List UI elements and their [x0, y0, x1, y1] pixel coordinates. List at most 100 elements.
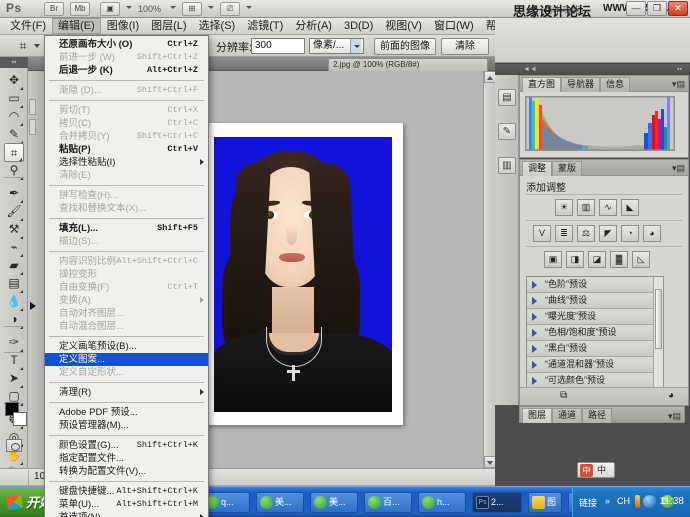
taskbar-button-1[interactable]: q... [202, 492, 250, 513]
edit-menu-item-0[interactable]: 还原画布大小 (O)Ctrl+Z [45, 38, 208, 51]
right-rail-grip[interactable]: ◄◄ ▪▪ [495, 64, 690, 75]
bridge-button[interactable]: Br [44, 2, 64, 16]
exposure-icon[interactable]: ◣ [621, 199, 639, 216]
crop-tool-icon[interactable]: ⌗ [14, 38, 32, 54]
front-image-button[interactable]: 前面的图像 [374, 38, 436, 55]
zoom-chevron-down-icon[interactable] [170, 6, 176, 9]
levels-icon[interactable]: ▥ [577, 199, 595, 216]
black-white-icon[interactable]: ◤ [599, 225, 617, 242]
menu-item-5[interactable]: 滤镜(T) [241, 18, 289, 34]
gradient-tool-icon[interactable]: ▤ [4, 274, 24, 293]
arrange-chevron-down-icon[interactable] [208, 6, 214, 9]
histogram-tab-1[interactable]: 导航器 [561, 77, 600, 92]
screen-mode-chevron-down-icon[interactable] [246, 6, 252, 9]
tray-links-label[interactable]: 链接 [579, 496, 597, 509]
taskbar-clock[interactable]: 11:38 [660, 496, 684, 507]
close-button[interactable]: ✕ [668, 1, 688, 16]
taskbar-button-6[interactable]: Ps2... [472, 492, 522, 513]
healing-brush-tool-icon[interactable]: ✒ [4, 184, 24, 203]
hue-saturation-icon[interactable]: ≣ [555, 225, 573, 242]
edit-menu-item-2[interactable]: 后退一步 (K)Alt+Ctrl+Z [45, 64, 208, 77]
grip-collapse-icon[interactable]: ◄◄ [523, 66, 537, 73]
preset-expand-arrow-icon[interactable] [532, 345, 537, 353]
pen-tool-icon[interactable]: ✑ [4, 333, 24, 352]
adjustment-presets-list[interactable]: “色阶”预设“曲线”预设“曝光度”预设“色相/饱和度”预设“黑白”预设“通道混和… [526, 276, 664, 392]
lower-panel-tab-2[interactable]: 路径 [582, 408, 612, 423]
vertical-scrollbar[interactable] [483, 71, 495, 468]
minimize-button[interactable]: — [626, 1, 646, 16]
gradient-map-icon[interactable]: ▓ [610, 251, 628, 268]
move-tool-icon[interactable]: ✥ [4, 71, 24, 90]
taskbar-button-7[interactable]: 图 [528, 492, 562, 513]
mini-bridge-button[interactable]: Mb [70, 2, 90, 16]
brush-tool-icon[interactable]: 🖌 [4, 202, 24, 221]
vibrance-icon[interactable]: V [533, 225, 551, 242]
maximize-button[interactable]: ❐ [647, 1, 667, 16]
clip-to-layer-icon[interactable]: ⧉ [560, 390, 567, 401]
taskbar-button-2[interactable]: 美... [256, 492, 304, 513]
presets-scrollbar[interactable] [653, 277, 663, 392]
lasso-tool-icon[interactable]: ◠ [4, 107, 24, 126]
preset-row-0[interactable]: “色阶”预设 [527, 277, 663, 293]
history-brush-tool-icon[interactable]: ⌁ [4, 238, 24, 257]
edit-menu-item-23[interactable]: 清理(R) [45, 386, 208, 399]
taskbar-button-3[interactable]: 美... [310, 492, 358, 513]
menu-item-3[interactable]: 图层(L) [145, 18, 192, 34]
taskbar-button-4[interactable]: 百... [364, 492, 412, 513]
taskbar-button-5[interactable]: h... [418, 492, 466, 513]
lower-panel-tab-0[interactable]: 图层 [522, 408, 552, 423]
edit-menu-item-20[interactable]: 定义画笔预设(B)... [45, 340, 208, 353]
quick-mask-toggle-icon[interactable] [6, 439, 22, 452]
screen-mode-button[interactable]: ⎚ [220, 2, 240, 16]
color-balance-icon[interactable]: ⚖ [577, 225, 595, 242]
document-canvas[interactable] [203, 123, 403, 425]
posterize-icon[interactable]: ◨ [566, 251, 584, 268]
type-tool-icon[interactable]: T [4, 351, 24, 370]
clear-button[interactable]: 清除 [441, 38, 489, 55]
marquee-tool-icon[interactable]: ▭ [4, 89, 24, 108]
grip-expand-icon[interactable]: ▪▪ [677, 66, 682, 73]
menu-item-7[interactable]: 3D(D) [338, 18, 379, 34]
tools-panel-grip[interactable]: ▪▪ [0, 57, 28, 68]
preset-expand-arrow-icon[interactable] [532, 297, 537, 305]
histogram-tab-2[interactable]: 信息 [600, 77, 630, 92]
preset-expand-arrow-icon[interactable] [532, 361, 537, 369]
edit-menu-item-21[interactable]: 定义图案... [45, 353, 208, 366]
histogram-panel-menu-icon[interactable]: ▾▤ [672, 79, 685, 90]
mini-bridge-icon[interactable]: ▤ [498, 89, 516, 106]
edit-menu-item-27[interactable]: 指定配置文件... [45, 452, 208, 465]
channel-mixer-icon[interactable]: ◕ [643, 225, 661, 242]
preset-expand-arrow-icon[interactable] [532, 377, 537, 385]
arrange-documents-button[interactable]: ⊞ [182, 2, 202, 16]
eraser-tool-icon[interactable]: ▰ [4, 256, 24, 275]
lower-panel-tab-1[interactable]: 通道 [552, 408, 582, 423]
unit-chevron-down-icon[interactable] [350, 39, 361, 53]
preset-expand-arrow-icon[interactable] [532, 329, 537, 337]
resolution-input[interactable]: 300 [251, 38, 305, 54]
adjustments-tab-1[interactable]: 蒙版 [552, 161, 582, 176]
preset-expand-arrow-icon[interactable] [532, 313, 537, 321]
crop-tool-icon[interactable]: ⌗ [4, 143, 24, 162]
edit-menu-item-29[interactable]: 键盘快捷键...Alt+Shift+Ctrl+K [45, 485, 208, 498]
tray-volume-icon[interactable] [643, 495, 656, 508]
edit-menu-item-12[interactable]: 填充(L)...Shift+F5 [45, 222, 208, 235]
ime-mode-label[interactable]: 中 [597, 464, 606, 477]
tray-chevron-icon[interactable]: » [605, 496, 610, 506]
path-selection-tool-icon[interactable]: ➤ [4, 369, 24, 388]
edit-menu-item-24[interactable]: Adobe PDF 预设... [45, 406, 208, 419]
quick-selection-tool-icon[interactable]: ✎ [4, 125, 24, 144]
toggle-visibility-icon[interactable]: ◕ [668, 390, 674, 401]
histogram-tab-0[interactable]: 直方图 [522, 77, 561, 92]
ime-indicator[interactable]: 中 中 [577, 462, 615, 478]
edit-menu-item-26[interactable]: 颜色设置(G)...Shift+Ctrl+K [45, 439, 208, 452]
edit-menu-item-30[interactable]: 菜单(U)...Alt+Shift+Ctrl+M [45, 498, 208, 511]
layers-panel-menu-icon[interactable]: ▾▤ [668, 411, 681, 422]
menu-item-0[interactable]: 文件(F) [4, 18, 52, 34]
curves-icon[interactable]: ∿ [599, 199, 617, 216]
invert-icon[interactable]: ▣ [544, 251, 562, 268]
threshold-icon[interactable]: ◪ [588, 251, 606, 268]
preset-row-3[interactable]: “色相/饱和度”预设 [527, 325, 663, 341]
menu-item-8[interactable]: 视图(V) [379, 18, 428, 34]
photo-filter-icon[interactable]: ◔ [621, 225, 639, 242]
layer-comps-icon[interactable]: ▥ [498, 157, 516, 174]
